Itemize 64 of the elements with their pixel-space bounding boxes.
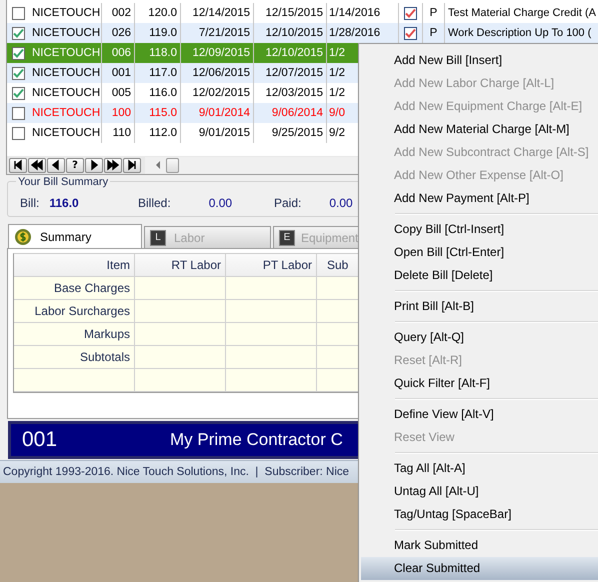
status-text: Copyright 1993-2016. Nice Touch Solutions, Inc. | Subscriber: Nice [2,466,350,478]
table-cell: P [430,27,438,39]
scrollbar-thumb[interactable] [166,158,179,172]
menu-item[interactable]: Print Bill [Alt-B] [359,295,598,318]
last-icon [126,159,138,171]
next-button[interactable] [85,158,103,172]
tag-checkbox[interactable] [12,26,25,40]
letter-icon: L [150,230,166,246]
menu-item[interactable]: Query [Alt-Q] [359,326,598,349]
table-cell: 9/01/2015 [181,123,254,143]
tag-checkbox[interactable] [12,6,25,20]
coin-icon [14,228,32,246]
table-cell: 9/0 [329,107,345,119]
menu-item[interactable]: Tag All [Alt-A] [359,457,598,480]
field-value: 116.0 [49,196,79,210]
table-cell: Work Description Up To 100 ( [448,27,592,39]
prev-button[interactable] [47,158,65,172]
tag-checkbox[interactable] [12,86,25,100]
menu-item[interactable]: Untag All [Alt-U] [359,480,598,503]
banner-title: My Prime Contractor C [170,430,343,450]
field-value: 0.00 [208,196,232,210]
first-icon [12,159,24,171]
group-title: Your Bill Summary [16,176,110,188]
table-cell: P [430,7,438,19]
table-cell: NICETOUCH [30,123,102,143]
menu-item[interactable]: Add New Bill [Insert] [359,49,598,72]
submitted-checkbox[interactable] [404,26,417,40]
table-cell: 9/25/2015 [254,123,327,143]
first-button[interactable] [9,158,27,172]
prev-page-icon [31,159,43,171]
table-cell: 9/2 [329,127,345,139]
submitted-checkbox[interactable] [404,6,417,20]
field-value: 0.00 [329,196,353,210]
field-label: Bill: [20,196,40,210]
table-cell: 1/28/2016 [329,27,380,39]
table-cell: 1/2 [329,87,345,99]
help-button[interactable]: ? [66,158,84,172]
letter-icon: E [279,230,295,246]
menu-item[interactable]: Define View [Alt-V] [359,403,598,426]
field-label: Billed: [138,196,171,210]
tab[interactable]: Summary [8,224,142,248]
next-page-icon [107,159,119,171]
table-cell: 110 [102,123,135,143]
table-cell: 112.0 [135,123,181,143]
table-cell: 1/2 [329,47,345,59]
menu-item[interactable]: Quick Filter [Alt-F] [359,372,598,395]
menu-item[interactable]: Add New Payment [Alt-P] [359,187,598,210]
left-arrow-icon [155,161,161,169]
table-cell: Test Material Charge Credit (A [448,7,596,19]
menu-item[interactable]: Clear Submitted [361,557,598,580]
next-page-button[interactable] [104,158,122,172]
menu-item[interactable]: Mark Submitted [359,534,598,557]
tag-checkbox[interactable] [12,46,25,60]
banner-number: 001 [22,428,58,452]
prev-page-button[interactable] [28,158,46,172]
table-cell: 1/2 [329,67,345,79]
menu-item[interactable]: Add New Material Charge [Alt-M] [359,118,598,141]
field-label: Paid: [274,196,302,210]
tag-checkbox[interactable] [12,126,25,140]
last-button[interactable] [123,158,141,172]
menu-item[interactable]: Tag/Untag [SpaceBar] [359,503,598,526]
tag-checkbox[interactable] [12,106,25,120]
table-cell: 1/14/2016 [329,7,380,19]
tag-checkbox[interactable] [12,66,25,80]
